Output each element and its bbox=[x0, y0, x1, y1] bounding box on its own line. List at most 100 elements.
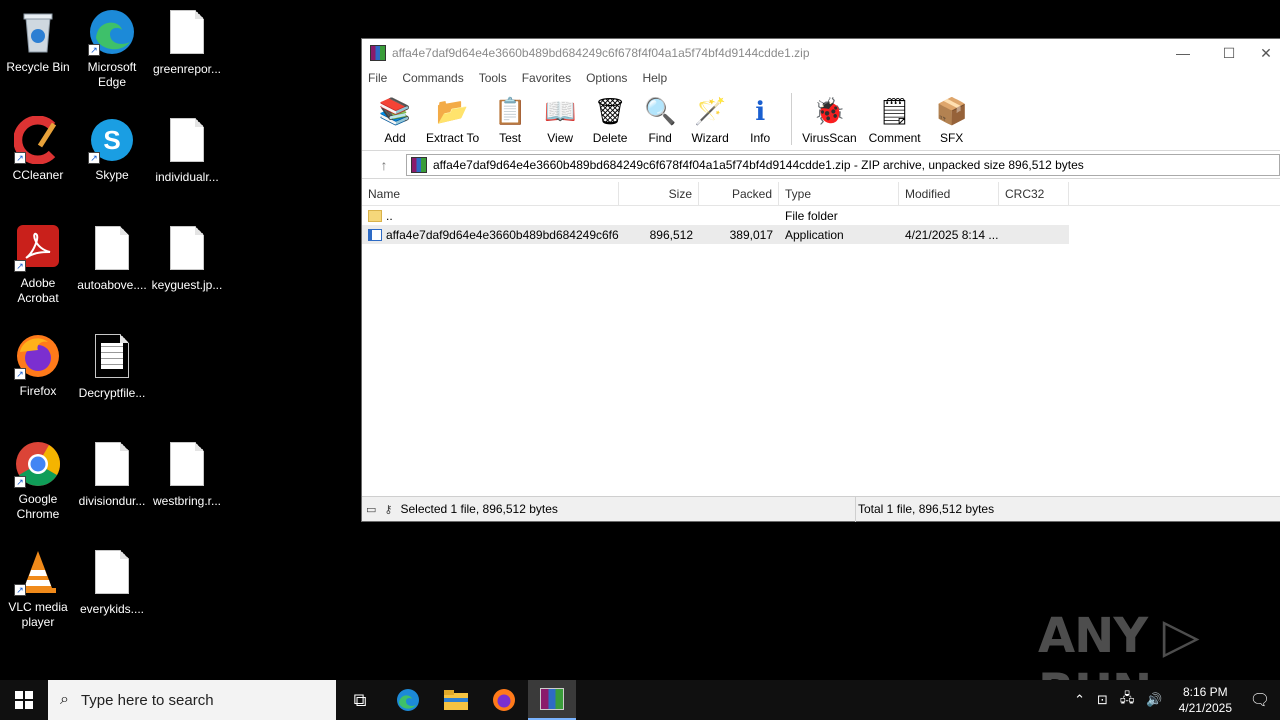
delete-icon: 🗑 bbox=[593, 95, 627, 126]
menu-favorites[interactable]: Favorites bbox=[522, 71, 571, 85]
toolbar-separator bbox=[791, 93, 793, 145]
desktop-icon-chrome[interactable]: ↗ Google Chrome bbox=[0, 440, 76, 522]
windows-icon bbox=[15, 691, 33, 709]
virusscan-icon: 🐞 bbox=[813, 95, 846, 126]
table-row[interactable]: .. File folder bbox=[362, 206, 1069, 225]
column-name[interactable]: Name bbox=[362, 181, 619, 206]
sfx-button[interactable]: 📦 SFX bbox=[933, 93, 971, 146]
menu-help[interactable]: Help bbox=[642, 71, 667, 85]
list-empty-area bbox=[619, 206, 1280, 496]
close-button[interactable]: ✕ bbox=[1252, 45, 1280, 62]
column-type[interactable]: Type bbox=[779, 181, 899, 206]
column-crc32[interactable]: CRC32 bbox=[999, 181, 1069, 206]
desktop-icon-file[interactable]: divisiondur... bbox=[74, 440, 150, 509]
shortcut-arrow-icon: ↗ bbox=[88, 152, 100, 164]
find-icon: 🔍 bbox=[643, 95, 677, 126]
wizard-button[interactable]: 🪄 Wizard bbox=[691, 93, 729, 146]
shortcut-arrow-icon: ↗ bbox=[14, 152, 26, 164]
network-icon[interactable]: 🖧 bbox=[1120, 689, 1135, 711]
info-button[interactable]: ℹ Info bbox=[741, 93, 779, 146]
add-button[interactable]: 📚 Add bbox=[376, 93, 414, 146]
menu-tools[interactable]: Tools bbox=[479, 71, 507, 85]
clock[interactable]: 8:16 PM 4/21/2025 bbox=[1179, 684, 1232, 716]
column-size[interactable]: Size bbox=[619, 181, 699, 206]
virusscan-button[interactable]: 🐞 VirusScan bbox=[802, 93, 856, 146]
desktop-icon-file[interactable]: westbring.r... bbox=[149, 440, 225, 509]
taskbar-search[interactable]: ⌕ Type here to search bbox=[48, 680, 336, 720]
address-path[interactable]: affa4e7daf9d64e4e3660b489bd684249c6f678f… bbox=[406, 153, 1280, 176]
desktop-icon-text-file[interactable]: Decryptfile... bbox=[74, 332, 150, 401]
desktop-icon-ccleaner[interactable]: ↗ CCleaner bbox=[0, 115, 76, 183]
key-icon: ⚷ bbox=[384, 503, 393, 516]
menu-commands[interactable]: Commands bbox=[402, 71, 463, 85]
extract-to-button[interactable]: 📂 Extract To bbox=[426, 93, 479, 146]
winrar-window: affa4e7daf9d64e4e3660b489bd684249c6f678f… bbox=[361, 38, 1280, 522]
file-icon bbox=[95, 226, 129, 270]
menu-file[interactable]: File bbox=[368, 71, 387, 85]
find-button[interactable]: 🔍 Find bbox=[641, 93, 679, 146]
file-icon bbox=[170, 10, 204, 54]
view-button[interactable]: 📖 View bbox=[541, 93, 579, 146]
window-title: affa4e7daf9d64e4e3660b489bd684249c6f678f… bbox=[392, 46, 810, 60]
table-row[interactable]: affa4e7daf9d64e4e3660b489bd684249c6f6...… bbox=[362, 225, 1069, 244]
volume-icon[interactable]: 🔊 bbox=[1146, 692, 1162, 708]
chevron-up-icon[interactable]: ⌃ bbox=[1074, 692, 1085, 708]
column-packed[interactable]: Packed bbox=[699, 181, 779, 206]
taskbar-winrar[interactable] bbox=[528, 680, 576, 720]
desktop-icon-skype[interactable]: S ↗ Skype bbox=[74, 116, 150, 183]
taskbar-firefox[interactable] bbox=[480, 680, 528, 720]
desktop-icon-vlc[interactable]: ↗ VLC media player bbox=[0, 548, 76, 630]
search-icon: ⌕ bbox=[60, 691, 69, 708]
ccleaner-icon: ↗ bbox=[13, 115, 62, 165]
comment-button[interactable]: 🗒 Comment bbox=[869, 93, 921, 146]
desktop-icon-edge[interactable]: ↗ Microsoft Edge bbox=[74, 8, 150, 90]
edge-icon: ↗ bbox=[88, 8, 136, 56]
start-button[interactable] bbox=[0, 680, 48, 720]
desktop-icon-file[interactable]: everykids.... bbox=[74, 548, 150, 617]
meet-now-icon[interactable]: ⊡ bbox=[1097, 692, 1108, 708]
info-icon: ℹ bbox=[755, 95, 766, 126]
vlc-icon: ↗ bbox=[14, 548, 62, 596]
shortcut-arrow-icon: ↗ bbox=[14, 368, 26, 380]
application-icon bbox=[368, 228, 382, 241]
test-button[interactable]: 📋 Test bbox=[491, 93, 529, 146]
taskbar-file-explorer[interactable] bbox=[432, 680, 480, 720]
desktop-icon-file[interactable]: keyguest.jp... bbox=[149, 224, 225, 293]
folder-icon bbox=[368, 209, 382, 222]
search-placeholder: Type here to search bbox=[80, 691, 214, 709]
task-view-button[interactable]: ⧉ bbox=[336, 680, 384, 720]
shortcut-arrow-icon: ↗ bbox=[88, 44, 100, 56]
up-arrow-icon[interactable]: ↑ bbox=[362, 157, 406, 173]
file-icon bbox=[170, 226, 204, 270]
address-text: affa4e7daf9d64e4e3660b489bd684249c6f678f… bbox=[433, 157, 1084, 172]
add-icon: 📚 bbox=[378, 95, 412, 126]
minimize-button[interactable]: — bbox=[1160, 45, 1206, 62]
svg-text:S: S bbox=[103, 125, 120, 155]
desktop-icon-file[interactable]: greenrepor... bbox=[149, 8, 225, 77]
file-icon bbox=[95, 550, 129, 594]
folder-icon bbox=[444, 690, 468, 710]
desktop-icon-acrobat[interactable]: ↗ Adobe Acrobat bbox=[0, 224, 76, 306]
taskbar-edge[interactable] bbox=[384, 680, 432, 720]
drive-icon: ▭ bbox=[366, 503, 377, 516]
maximize-button[interactable]: ☐ bbox=[1206, 45, 1252, 62]
desktop-icon-recycle-bin[interactable]: Recycle Bin bbox=[0, 8, 76, 75]
wizard-icon: 🪄 bbox=[693, 95, 727, 126]
view-icon: 📖 bbox=[543, 95, 577, 126]
winrar-icon bbox=[540, 688, 564, 710]
firefox-icon: ↗ bbox=[14, 332, 62, 380]
menu-bar: File Commands Tools Favorites Options He… bbox=[362, 67, 1280, 89]
column-modified[interactable]: Modified bbox=[899, 181, 999, 206]
menu-options[interactable]: Options bbox=[586, 71, 627, 85]
desktop-icon-file[interactable]: autoabove.... bbox=[74, 224, 150, 293]
extract-icon: 📂 bbox=[436, 95, 469, 126]
delete-button[interactable]: 🗑 Delete bbox=[591, 93, 629, 146]
recycle-bin-icon bbox=[14, 8, 62, 56]
desktop-icon-file[interactable]: individualr... bbox=[149, 116, 225, 185]
desktop-icon-firefox[interactable]: ↗ Firefox bbox=[0, 332, 76, 399]
title-bar[interactable]: affa4e7daf9d64e4e3660b489bd684249c6f678f… bbox=[362, 39, 1280, 67]
task-view-icon: ⧉ bbox=[353, 689, 367, 710]
edge-icon bbox=[397, 689, 419, 711]
notification-icon[interactable]: 🗨 bbox=[1240, 690, 1280, 710]
shortcut-arrow-icon: ↗ bbox=[14, 476, 26, 488]
